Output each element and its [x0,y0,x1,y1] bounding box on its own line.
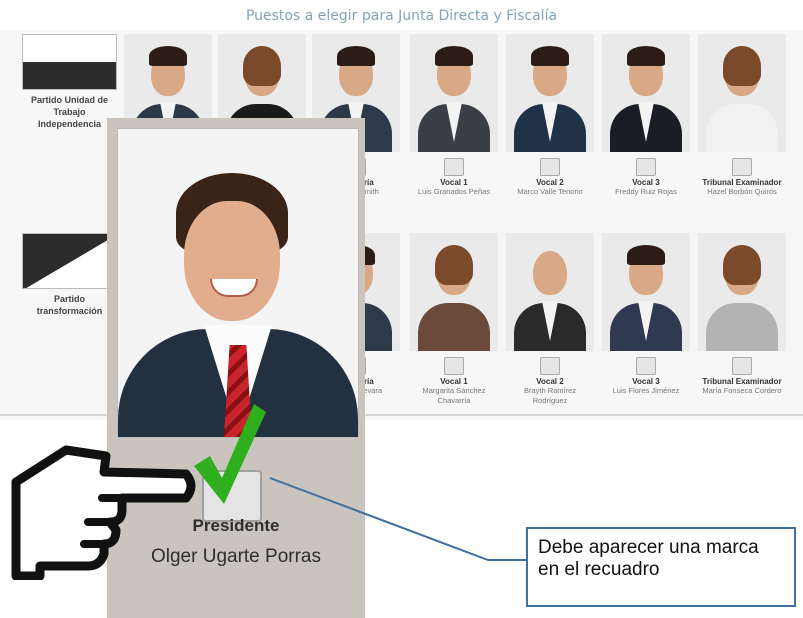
callout-connector [269,477,526,561]
instruction-callout: Debe aparecer una marca en el recuadro [526,527,796,607]
